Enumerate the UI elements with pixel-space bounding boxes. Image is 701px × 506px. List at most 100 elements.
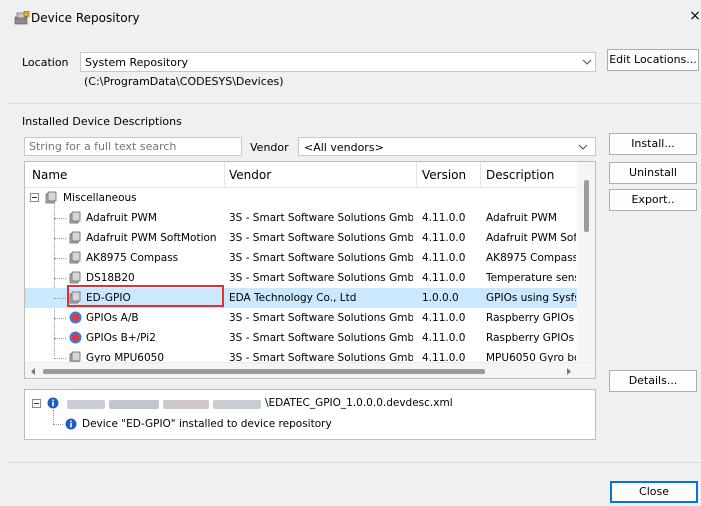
table-row[interactable]: Adafruit PWM SoftMotion 3S - Smart Softwa… [25,228,577,248]
cell-name: Adafruit PWM SoftMotion [86,232,217,244]
cell-description: AK8975 Compass [486,252,576,264]
close-button[interactable]: Close [610,481,698,503]
column-divider[interactable] [416,162,417,188]
location-value: System Repository [85,56,189,69]
device-repository-icon [14,11,30,25]
export-button[interactable]: Export.. [609,189,697,211]
cell-vendor: 3S - Smart Software Solutions GmbH [229,332,413,344]
collapse-icon[interactable] [32,399,41,408]
raspberry-icon [69,331,82,344]
cell-vendor: 3S - Smart Software Solutions GmbH [229,252,413,264]
vendor-select[interactable]: <All vendors> [298,137,596,156]
column-header-vendor[interactable]: Vendor [229,168,271,182]
cell-vendor: 3S - Smart Software Solutions GmbH [229,312,413,324]
column-divider[interactable] [224,162,225,188]
table-row[interactable]: Adafruit PWM 3S - Smart Software Solution… [25,208,577,228]
cell-description: Raspberry GPIOs o [486,312,576,324]
chevron-down-icon [582,59,592,65]
tree-line [54,278,66,279]
raspberry-icon [69,311,82,324]
cell-description: Adafruit PWM [486,212,557,224]
details-button[interactable]: Details... [609,370,697,392]
chevron-down-icon [578,144,588,150]
install-button[interactable]: Install... [609,133,697,155]
table-row[interactable]: GPIOs A/B 3S - Smart Software Solutions G… [25,308,577,328]
scrollbar-thumb[interactable] [584,180,589,232]
redacted-path [67,400,105,409]
info-icon [47,397,59,409]
cell-version: 4.11.0.0 [422,232,466,244]
tree-line [53,424,63,425]
location-label: Location [22,56,69,69]
collapse-icon[interactable] [30,193,39,202]
device-table[interactable]: Name Vendor Version Description Miscella… [24,161,596,379]
column-divider[interactable] [480,162,481,188]
table-row[interactable]: AK8975 Compass 3S - Smart Software Soluti… [25,248,577,268]
cell-version: 4.11.0.0 [422,212,466,224]
close-icon[interactable]: × [688,8,701,24]
tree-line [54,238,66,239]
cell-version: 4.11.0.0 [422,272,466,284]
column-header-name[interactable]: Name [32,168,67,182]
full-text-search-input[interactable] [24,137,242,156]
scroll-right-icon[interactable] [565,367,573,376]
cell-description: GPIOs using Sysfs [486,292,576,304]
cell-description: Adafruit PWM Softl [486,232,576,244]
cell-vendor: 3S - Smart Software Solutions GmbH [229,232,413,244]
cell-name: DS18B20 [86,272,135,284]
cell-name: GPIOs B+/Pi2 [86,332,156,344]
cell-version: 4.11.0.0 [422,252,466,264]
tree-line [54,338,66,339]
cell-version: 4.11.0.0 [422,312,466,324]
separator [8,103,701,104]
device-icon [45,191,57,204]
cell-name: GPIOs A/B [86,312,139,324]
message-file-path: \EDATEC_GPIO_1.0.0.0.devdesc.xml [265,397,453,409]
redacted-path [213,400,261,409]
device-icon [69,251,81,264]
info-icon [65,418,77,430]
location-path: (C:\ProgramData\CODESYS\Devices) [84,75,284,88]
scroll-left-icon[interactable] [29,367,37,376]
cell-description: Temperature senso [486,272,576,284]
table-row[interactable]: GPIOs B+/Pi2 3S - Smart Software Solution… [25,328,577,348]
tree-line [54,258,66,259]
cell-name: AK8975 Compass [86,252,179,264]
window-title: Device Repository [31,11,140,25]
cell-vendor: 3S - Smart Software Solutions GmbH [229,272,413,284]
edit-locations-button[interactable]: Edit Locations... [607,49,699,71]
highlight-frame [67,285,224,307]
separator [8,462,701,463]
table-header: Name Vendor Version Description [25,162,577,188]
vertical-scrollbar[interactable] [577,162,595,362]
tree-group-label: Miscellaneous [63,192,137,204]
device-icon [69,231,81,244]
cell-name: Adafruit PWM [86,212,157,224]
vendor-value: <All vendors> [304,141,384,154]
device-icon [69,271,81,284]
tree-group-row[interactable]: Miscellaneous [25,188,577,208]
location-select[interactable]: System Repository [80,52,596,72]
tree-line [54,318,66,319]
cell-version: 4.11.0.0 [422,332,466,344]
vendor-label: Vendor [250,141,289,154]
redacted-path [163,400,209,409]
message-info-text: Device "ED-GPIO" installed to device rep… [82,418,332,430]
scrollbar-thumb[interactable] [43,369,485,374]
redacted-path [109,400,159,409]
tree-line [54,298,66,299]
cell-vendor: 3S - Smart Software Solutions GmbH [229,212,413,224]
cell-vendor: EDA Technology Co., Ltd [229,292,357,304]
cell-description: Raspberry GPIOs o [486,332,576,344]
column-header-version[interactable]: Version [422,168,466,182]
tree-line [54,358,66,359]
device-icon [69,211,81,224]
horizontal-scrollbar[interactable] [25,362,595,378]
message-pane[interactable]: \EDATEC_GPIO_1.0.0.0.devdesc.xml Device … [24,389,596,440]
installed-descriptions-label: Installed Device Descriptions [22,115,182,128]
uninstall-button[interactable]: Uninstall [609,162,697,184]
tree-line [53,410,54,424]
tree-line [54,218,66,219]
column-header-description[interactable]: Description [486,168,554,182]
cell-version: 1.0.0.0 [422,292,459,304]
